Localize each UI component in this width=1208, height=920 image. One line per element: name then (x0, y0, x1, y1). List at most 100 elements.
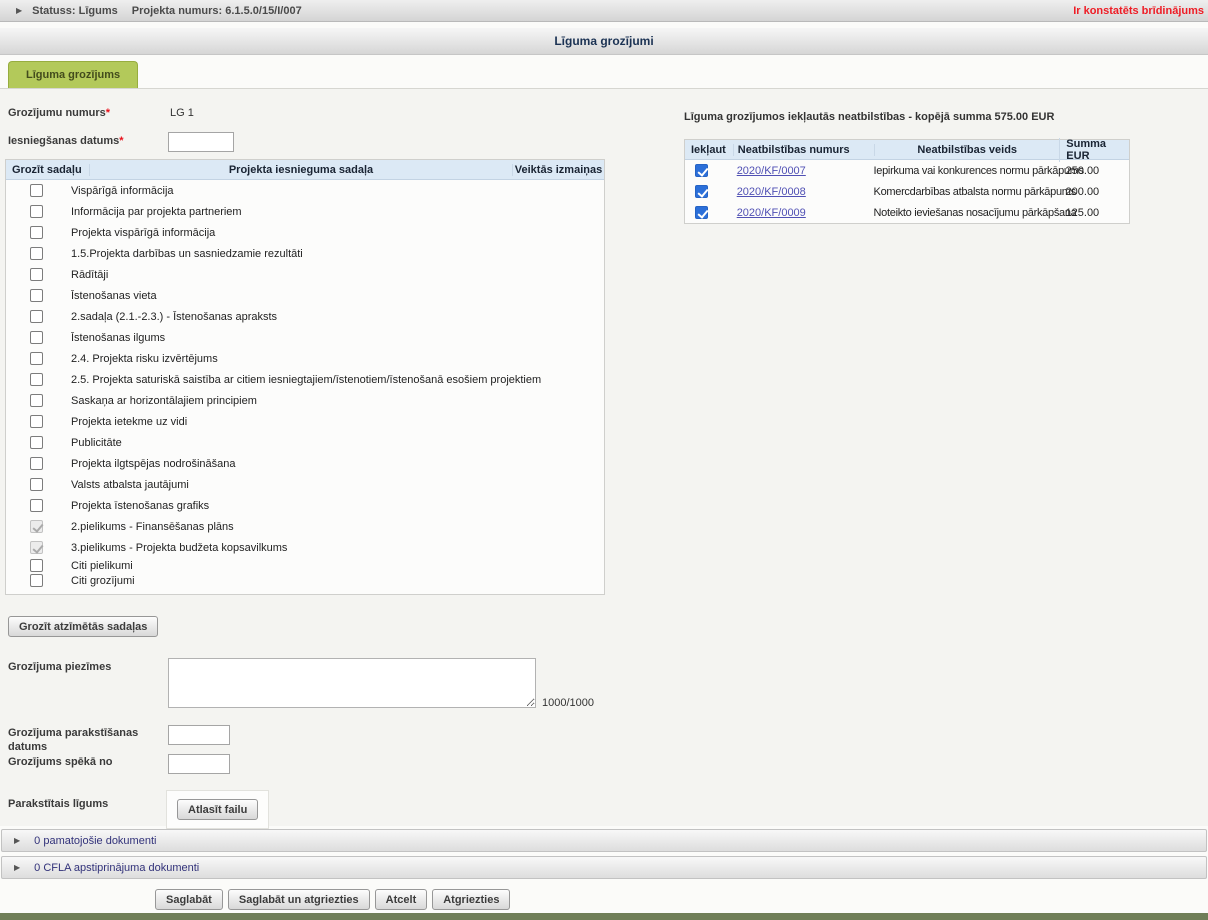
sections-table: Grozīt sadaļu Projekta iesnieguma sadaļa… (5, 159, 605, 595)
required-marker: * (106, 107, 110, 119)
section-label: Projekta īstenošanas grafiks (71, 500, 209, 512)
table-row: Vispārīgā informācija (6, 180, 604, 201)
sections-table-body: Vispārīgā informācija Informācija par pr… (6, 180, 604, 588)
accordion-label: 0 CFLA apstiprinājuma dokumenti (34, 862, 199, 874)
table-row: 2020/KF/0009 Noteikto ieviešanas nosacīj… (685, 202, 1129, 223)
return-button[interactable]: Atgriezties (432, 889, 510, 910)
section-checkbox[interactable] (30, 268, 43, 281)
submission-date-input[interactable] (168, 132, 234, 152)
discrepancies-table-header: Iekļaut Neatbilstības numurs Neatbilstīb… (685, 140, 1129, 160)
save-button[interactable]: Saglabāt (155, 889, 223, 910)
accordion-cfla-approval-documents[interactable]: ▶ 0 CFLA apstiprinājuma dokumenti (1, 856, 1207, 879)
tab-liguma-grozijums[interactable]: Līguma grozījums (8, 61, 138, 88)
discrepancy-number-link[interactable]: 2020/KF/0008 (737, 186, 806, 198)
section-checkbox[interactable] (30, 499, 43, 512)
section-label: 2.sadaļa (2.1.-2.3.) - Īstenošanas aprak… (71, 311, 277, 323)
table-row: Citi grozījumi (6, 573, 604, 588)
include-cell (685, 164, 733, 177)
section-checkbox (30, 520, 43, 533)
section-label: Projekta vispārīgā informācija (71, 227, 215, 239)
discrepancy-number-link[interactable]: 2020/KF/0009 (737, 207, 806, 219)
notes-label: Grozījuma piezīmes (8, 661, 111, 673)
modify-sections-button[interactable]: Grozīt atzīmētās sadaļas (8, 616, 158, 637)
tab-label: Līguma grozījums (26, 69, 120, 81)
save-and-return-button[interactable]: Saglabāt un atgriezties (228, 889, 370, 910)
notes-textarea[interactable] (168, 658, 536, 708)
section-checkbox[interactable] (30, 247, 43, 260)
checkbox-cell (6, 541, 43, 554)
checkbox-cell (6, 559, 43, 572)
status-bar: ▶ Statuss: Līgums Projekta numurs: 6.1.5… (0, 0, 1208, 22)
checkbox-cell (6, 226, 43, 239)
table-row: Projekta ilgtspējas nodrošināšana (6, 453, 604, 474)
section-checkbox[interactable] (30, 184, 43, 197)
cancel-button[interactable]: Atcelt (375, 889, 428, 910)
amendment-number-value: LG 1 (170, 107, 194, 119)
required-marker: * (119, 135, 123, 147)
project-number-label: Projekta numurs: 6.1.5.0/15/I/007 (132, 5, 302, 17)
discrepancy-amount-cell: 250.00 (1060, 165, 1129, 177)
section-label: Saskaņa ar horizontālajiem principiem (71, 395, 257, 407)
warning-message: Ir konstatēts brīdinājums (1073, 5, 1204, 17)
discrepancy-number-link[interactable]: 2020/KF/0007 (737, 165, 806, 177)
checkbox-cell (6, 373, 43, 386)
checkbox-cell (6, 268, 43, 281)
section-checkbox[interactable] (30, 205, 43, 218)
main-panel: Grozījumu numurs* LG 1 Iesniegšanas datu… (0, 88, 1208, 826)
include-checkbox[interactable] (695, 164, 708, 177)
section-checkbox[interactable] (30, 373, 43, 386)
include-cell (685, 206, 733, 219)
table-row: 2.pielikums - Finansēšanas plāns (6, 516, 604, 537)
column-header-ieklaut: Iekļaut (685, 144, 733, 156)
section-checkbox[interactable] (30, 352, 43, 365)
table-row: Valsts atbalsta jautājumi (6, 474, 604, 495)
section-label: Citi pielikumi (71, 560, 133, 572)
section-checkbox[interactable] (30, 415, 43, 428)
section-checkbox[interactable] (30, 436, 43, 449)
checkbox-cell (6, 247, 43, 260)
select-file-button[interactable]: Atlasīt failu (177, 799, 258, 820)
checkbox-cell (6, 520, 43, 533)
table-row: Projekta īstenošanas grafiks (6, 495, 604, 516)
section-label: Projekta ilgtspējas nodrošināšana (71, 458, 236, 470)
signing-date-label: Grozījuma parakstīšanas datums (8, 726, 158, 755)
discrepancies-table: Iekļaut Neatbilstības numurs Neatbilstīb… (684, 139, 1130, 224)
column-header-summa-eur: Summa EUR (1059, 138, 1129, 162)
column-header-neatbilstibas-veids: Neatbilstības veids (874, 144, 1059, 156)
section-label: 2.4. Projekta risku izvērtējums (71, 353, 218, 365)
section-checkbox[interactable] (30, 559, 43, 572)
discrepancy-type-cell: Iepirkuma vai konkurences normu pārkāpum… (874, 165, 1060, 177)
checkbox-cell (6, 436, 43, 449)
column-header-projekta-iesnieguma-sadala: Projekta iesnieguma sadaļa (89, 164, 512, 176)
signing-date-input[interactable] (168, 725, 230, 745)
section-checkbox[interactable] (30, 226, 43, 239)
footer-button-bar: Saglabāt Saglabāt un atgriezties Atcelt … (155, 889, 510, 910)
effective-date-input[interactable] (168, 754, 230, 774)
checkbox-cell (6, 331, 43, 344)
signed-contract-label: Parakstītais līgums (8, 798, 108, 810)
include-checkbox[interactable] (695, 206, 708, 219)
section-checkbox[interactable] (30, 457, 43, 470)
table-row: 1.5.Projekta darbības un sasniedzamie re… (6, 243, 604, 264)
checkbox-cell (6, 415, 43, 428)
table-row: Projekta vispārīgā informācija (6, 222, 604, 243)
table-row: 2020/KF/0007 Iepirkuma vai konkurences n… (685, 160, 1129, 181)
discrepancy-type-cell: Komercdarbības atbalsta normu pārkāpums (874, 186, 1060, 198)
table-row: Īstenošanas ilgums (6, 327, 604, 348)
expand-arrow-icon: ▶ (14, 863, 20, 872)
section-checkbox[interactable] (30, 478, 43, 491)
include-checkbox[interactable] (695, 185, 708, 198)
accordion-supporting-documents[interactable]: ▶ 0 pamatojošie dokumenti (1, 829, 1207, 852)
table-row: 2.sadaļa (2.1.-2.3.) - Īstenošanas aprak… (6, 306, 604, 327)
checkbox-cell (6, 478, 43, 491)
submission-date-label: Iesniegšanas datums* (8, 135, 124, 147)
expand-arrow-icon[interactable]: ▶ (16, 6, 22, 15)
section-label: 2.5. Projekta saturiskā saistība ar citi… (71, 374, 541, 386)
section-checkbox[interactable] (30, 394, 43, 407)
section-checkbox[interactable] (30, 289, 43, 302)
section-checkbox[interactable] (30, 331, 43, 344)
section-checkbox[interactable] (30, 310, 43, 323)
checkbox-cell (6, 310, 43, 323)
section-checkbox[interactable] (30, 574, 43, 587)
page-title-bar: Līguma grozījumi (0, 28, 1208, 55)
